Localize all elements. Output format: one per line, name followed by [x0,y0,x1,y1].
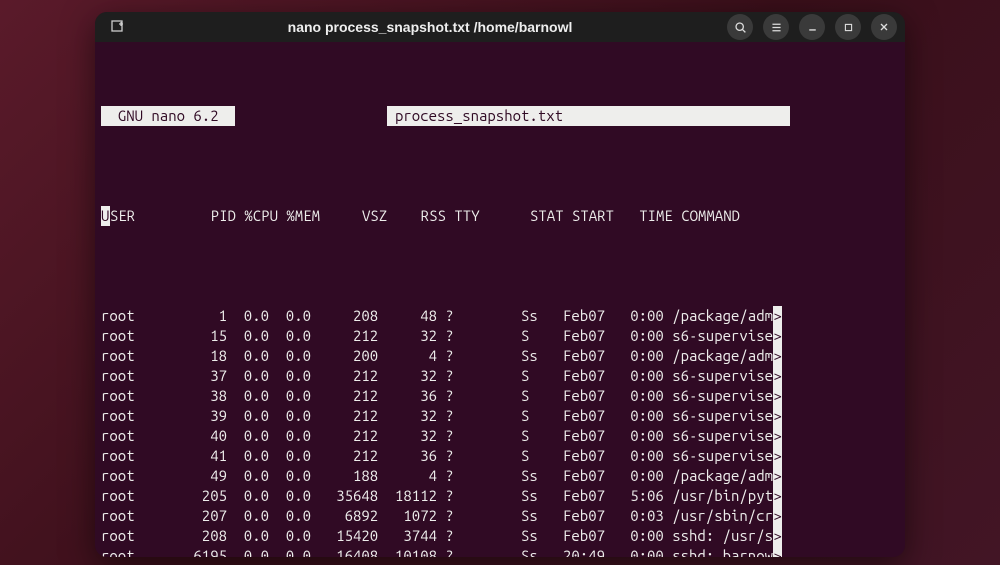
process-list: root 1 0.0 0.0 208 48 ? Ss Feb07 0:00 /p… [101,306,899,557]
nano-header: GNU nano 6.2 process_snapshot.txt [101,106,899,126]
process-row: root 207 0.0 0.0 6892 1072 ? Ss Feb07 0:… [101,506,899,526]
line-continuation-icon: > [773,466,782,486]
process-row: root 39 0.0 0.0 212 32 ? S Feb07 0:00 s6… [101,406,899,426]
titlebar: nano process_snapshot.txt /home/barnowl [95,12,905,42]
line-continuation-icon: > [773,366,782,386]
process-row: root 1 0.0 0.0 208 48 ? Ss Feb07 0:00 /p… [101,306,899,326]
line-continuation-icon: > [773,326,782,346]
process-row: root 40 0.0 0.0 212 32 ? S Feb07 0:00 s6… [101,426,899,446]
terminal-window: nano process_snapshot.txt /home/barnowl … [95,12,905,557]
process-row: root 6195 0.0 0.0 16408 10108 ? Ss 20:49… [101,546,899,557]
new-tab-button[interactable] [103,12,133,42]
process-row: root 208 0.0 0.0 15420 3744 ? Ss Feb07 0… [101,526,899,546]
line-continuation-icon: > [773,406,782,426]
nano-filename: process_snapshot.txt [387,106,572,126]
close-button[interactable] [871,14,897,40]
terminal-body[interactable]: GNU nano 6.2 process_snapshot.txt USER P… [95,42,905,557]
line-continuation-icon: > [773,486,782,506]
line-continuation-icon: > [773,306,782,326]
line-continuation-icon: > [773,386,782,406]
nano-version: GNU nano 6.2 [101,106,235,126]
line-continuation-icon: > [773,506,782,526]
line-continuation-icon: > [773,426,782,446]
minimize-button[interactable] [799,14,825,40]
process-row: root 41 0.0 0.0 212 36 ? S Feb07 0:00 s6… [101,446,899,466]
process-row: root 15 0.0 0.0 212 32 ? S Feb07 0:00 s6… [101,326,899,346]
line-continuation-icon: > [773,446,782,466]
line-continuation-icon: > [773,546,782,557]
line-continuation-icon: > [773,346,782,366]
search-button[interactable] [727,14,753,40]
process-row: root 18 0.0 0.0 200 4 ? Ss Feb07 0:00 /p… [101,346,899,366]
menu-button[interactable] [763,14,789,40]
cursor: U [101,206,110,226]
process-row: root 37 0.0 0.0 212 32 ? S Feb07 0:00 s6… [101,366,899,386]
process-row: root 49 0.0 0.0 188 4 ? Ss Feb07 0:00 /p… [101,466,899,486]
process-row: root 38 0.0 0.0 212 36 ? S Feb07 0:00 s6… [101,386,899,406]
ps-header-row: USER PID %CPU %MEM VSZ RSS TTY STAT STAR… [101,206,899,226]
process-row: root 205 0.0 0.0 35648 18112 ? Ss Feb07 … [101,486,899,506]
line-continuation-icon: > [773,526,782,546]
maximize-button[interactable] [835,14,861,40]
window-title: nano process_snapshot.txt /home/barnowl [139,19,721,35]
